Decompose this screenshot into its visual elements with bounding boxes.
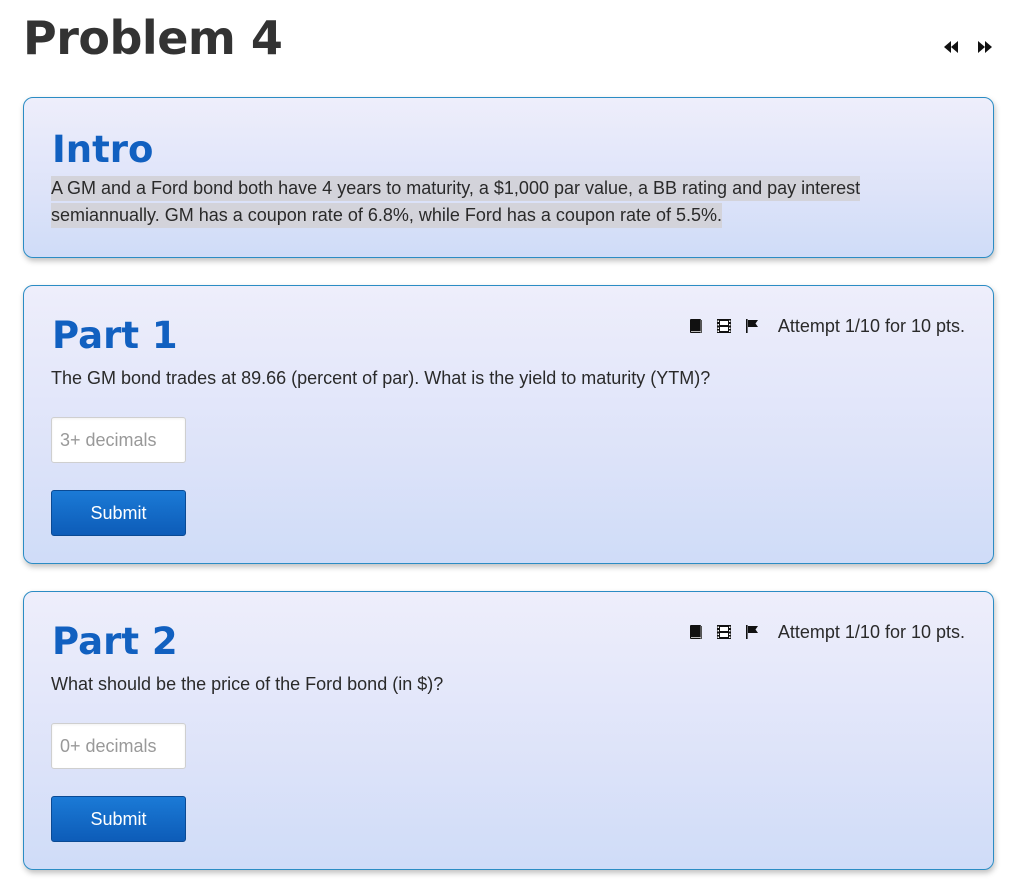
page-title: Problem 4: [23, 11, 283, 65]
part-2-tools: Attempt 1/10 for 10 pts.: [688, 622, 965, 642]
part-1-tools: Attempt 1/10 for 10 pts.: [688, 316, 965, 336]
part-1-question: The GM bond trades at 89.66 (percent of …: [51, 368, 711, 388]
book-icon[interactable]: [688, 624, 704, 640]
flag-icon[interactable]: [744, 624, 760, 640]
part-2-heading: Part 2: [52, 620, 178, 663]
film-icon[interactable]: [716, 318, 732, 334]
part-2-submit-button[interactable]: Submit: [51, 796, 186, 842]
part-2-answer-input[interactable]: [51, 723, 186, 769]
part-1-heading: Part 1: [52, 314, 178, 357]
intro-card: Intro A GM and a Ford bond both have 4 y…: [23, 97, 994, 258]
film-icon[interactable]: [716, 624, 732, 640]
part-2-card: Part 2 Attempt 1/10 for 10 pts. What sho…: [23, 591, 994, 870]
intro-heading: Intro: [52, 128, 154, 171]
intro-text-highlighted: A GM and a Ford bond both have 4 years t…: [51, 176, 861, 228]
book-icon[interactable]: [688, 318, 704, 334]
part-1-attempt-text: Attempt 1/10 for 10 pts.: [777, 315, 965, 336]
rewind-icon[interactable]: [942, 38, 960, 56]
fast-forward-icon[interactable]: [976, 38, 994, 56]
problem-navigation: [942, 38, 994, 56]
page-header: Problem 4: [0, 0, 1024, 96]
flag-icon[interactable]: [744, 318, 760, 334]
part-1-answer-input[interactable]: [51, 417, 186, 463]
part-2-question: What should be the price of the Ford bon…: [51, 674, 444, 694]
intro-text: A GM and a Ford bond both have 4 years t…: [51, 175, 931, 229]
part-1-submit-button[interactable]: Submit: [51, 490, 186, 536]
part-1-card: Part 1 Attempt 1/10 for 10 pts. The GM b…: [23, 285, 994, 564]
part-2-attempt-text: Attempt 1/10 for 10 pts.: [777, 621, 965, 642]
